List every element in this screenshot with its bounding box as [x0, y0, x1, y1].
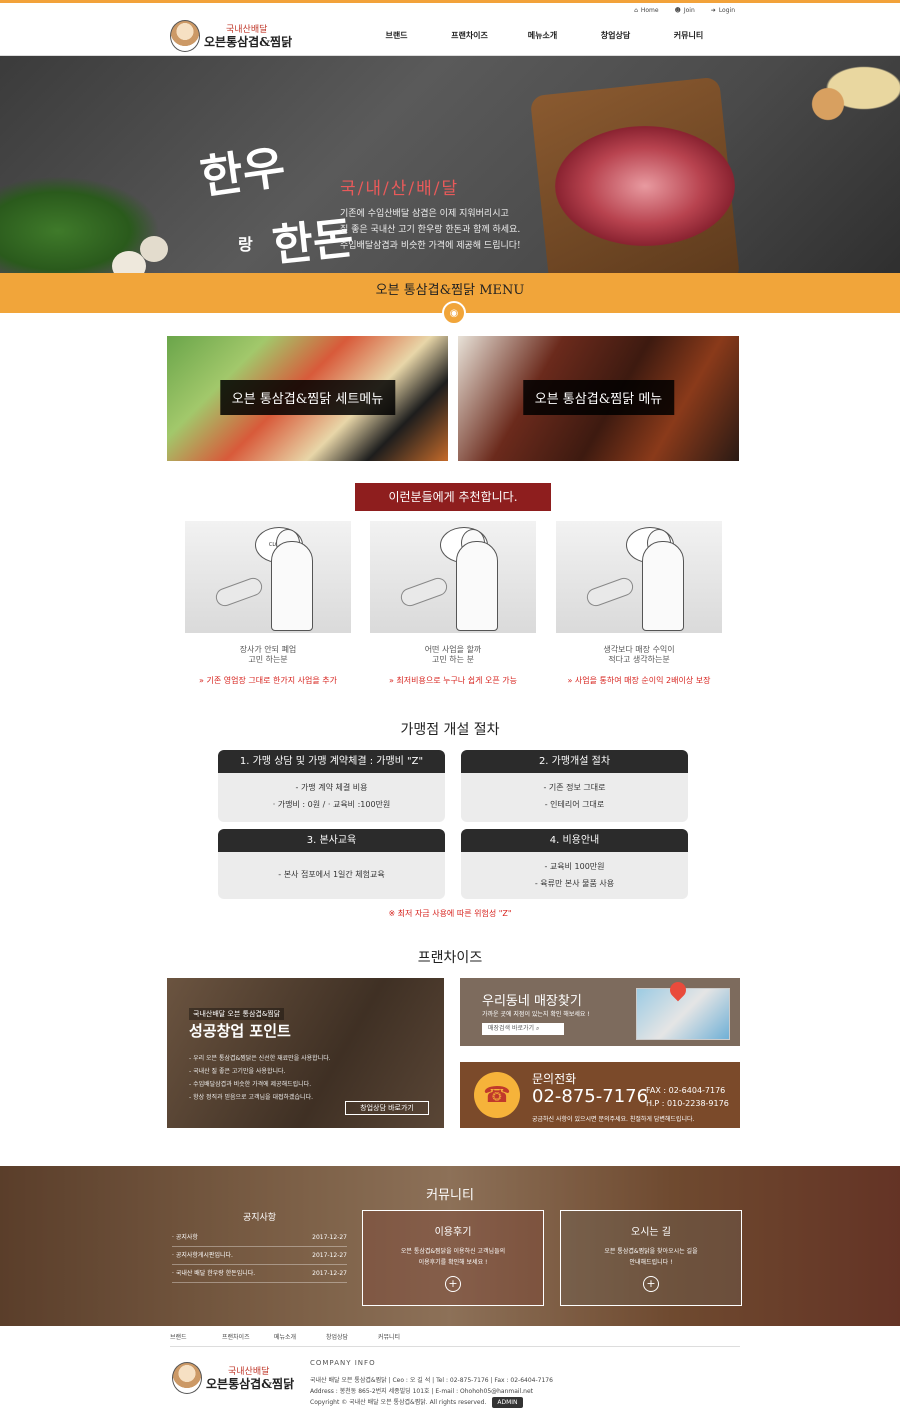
recommend-title: 이런분들에게 추천합니다.	[355, 483, 551, 511]
store-search-button[interactable]: 매장검색 바로가기 ⌕	[482, 1023, 564, 1035]
user-icon: ☻	[674, 7, 681, 14]
logo-line2: 오븐통삼겹&찜닭	[204, 35, 293, 49]
recommend-card-low-profit: 생각보다 매장 수익이 적다고 생각하는분 » 사업을 통하여 매장 순이익 2배…	[556, 521, 722, 686]
menu-section-band: 오븐 통삼겹&찜닭 MENU ◉	[0, 273, 900, 325]
directions-card[interactable]: 오시는 길 오븐 통삼겹&찜닭을 찾아오시는 길을 안내해드립니다 ! +	[560, 1210, 742, 1306]
footer-nav-menu[interactable]: 메뉴소개	[274, 1332, 326, 1341]
notice-row[interactable]: · 공지사항 2017-12-27	[172, 1229, 347, 1247]
menu-label: 오븐 통삼겹&찜닭 메뉴	[522, 380, 675, 415]
sliced-meat-image	[555, 126, 735, 246]
franchise-title: 프랜차이즈	[417, 950, 483, 966]
contact-panel: ☎ 문의전화 02-875-7176 FAX : 02-6404-7176 H.P…	[460, 1062, 740, 1128]
store-finder-panel[interactable]: 우리동네 매장찾기 가까운 곳에 지점이 있는지 확인 해보세요 ! 매장검색 …	[460, 978, 740, 1046]
company-info: COMPANY INFO 국내산 배달 오븐 통삼겹&찜닭 | Ceo : 오 …	[310, 1359, 553, 1408]
community-title: 커뮤니티	[426, 1188, 474, 1203]
hero-calligraphy-hanwoo: 한우	[197, 139, 289, 205]
review-card[interactable]: 이용후기 오븐 통삼겹&찜닭을 이용하신 고객님들의 이용후기를 확인해 보세요 …	[362, 1210, 544, 1306]
procedure-title: 가맹점 개설 절차	[400, 722, 500, 738]
notice-row[interactable]: · 공지사항게시판입니다. 2017-12-27	[172, 1247, 347, 1265]
set-menu-banner[interactable]: 오븐 통삼겹&찜닭 세트메뉴	[167, 336, 448, 461]
hand-with-chopsticks	[584, 575, 636, 609]
nav-franchise[interactable]: 프랜차이즈	[433, 30, 506, 41]
footer-nav-consult[interactable]: 창업상담	[326, 1332, 378, 1341]
join-link[interactable]: ☻ Join	[675, 7, 695, 14]
nav-community[interactable]: 커뮤니티	[652, 30, 725, 41]
step-1-card: 1. 가맹 상담 및 가맹 계약체결 : 가맹비 "Z" - 가맹 계약 체결 …	[218, 750, 445, 822]
illustration-worried-woman	[556, 521, 722, 633]
recommend-card-deciding: ? 어떤 사업을 할까고민 하는 분 » 최저비용으로 누구나 쉽게 오픈 가능	[370, 521, 536, 686]
telephone-icon: ☎	[474, 1072, 520, 1118]
illustration-closed-shop: CLOSED	[185, 521, 351, 633]
site-logo[interactable]: 국내산배달 오븐통삼겹&찜닭	[170, 20, 292, 52]
plus-icon[interactable]: +	[643, 1276, 659, 1292]
site-header: 국내산배달 오븐통삼겹&찜닭 브랜드 프랜차이즈 메뉴소개 창업상담 커뮤니티	[0, 18, 900, 56]
chef-mascot-icon	[170, 20, 200, 52]
onion-image	[780, 56, 900, 136]
consult-button[interactable]: 창업상담 바로가기	[345, 1101, 429, 1115]
nav-consult[interactable]: 창업상담	[579, 30, 652, 41]
chef-mascot-icon	[172, 1362, 202, 1394]
success-point-list: - 우리 오븐 통삼겹&찜닭은 신선한 재료만을 사용합니다. - 국내산 질 …	[189, 1055, 331, 1101]
home-icon: ⌂	[634, 7, 638, 14]
step-4-card: 4. 비용안내 - 교육비 100만원 - 육류만 본사 물품 사용	[461, 829, 688, 899]
footer-nav-franchise[interactable]: 프랜차이즈	[222, 1332, 274, 1341]
search-icon: ⌕	[536, 1025, 540, 1032]
main-nav: 브랜드 프랜차이즈 메뉴소개 창업상담 커뮤니티	[360, 30, 725, 41]
nav-menu[interactable]: 메뉴소개	[506, 30, 579, 41]
hero-subtitle: 국/내/산/배/달	[340, 179, 460, 199]
step-3-card: 3. 본사교육 - 본사 접포에서 1일간 체험교육	[218, 829, 445, 899]
recommend-card-closing: CLOSED 장사가 안되 폐업고민 하는분 » 기존 영업장 그대로 한가지 …	[185, 521, 351, 686]
phone-number[interactable]: 02-875-7176	[532, 1086, 648, 1107]
step-2-card: 2. 가맹개설 절차 - 기존 정보 그대로 - 인테리어 그대로	[461, 750, 688, 822]
plus-icon[interactable]: +	[445, 1276, 461, 1292]
footer-nav: 브랜드 프랜차이즈 메뉴소개 창업상담 커뮤니티	[170, 1332, 430, 1341]
procedure-note: ※ 최저 자금 사용에 따른 위험성 "Z"	[388, 909, 512, 918]
footer-logo: 국내산배달 오븐통삼겹&찜닭	[172, 1362, 294, 1394]
mushroom-image	[140, 236, 168, 262]
hand-with-chopsticks	[213, 575, 265, 609]
admin-button[interactable]: ADMIN	[492, 1397, 523, 1408]
hand-with-chopsticks	[398, 575, 450, 609]
footer-nav-brand[interactable]: 브랜드	[170, 1332, 222, 1341]
notice-board: 공지사항 · 공지사항 2017-12-27 · 공지사항게시판입니다. 2017-…	[172, 1210, 347, 1283]
hero-calligraphy-rang: 랑	[238, 235, 253, 254]
set-menu-label: 오븐 통삼겹&찜닭 세트메뉴	[219, 380, 396, 415]
menu-banner[interactable]: 오븐 통삼겹&찜닭 메뉴	[458, 336, 739, 461]
login-icon: ➜	[710, 7, 716, 14]
double-chevron-icon: »	[567, 676, 575, 685]
home-link[interactable]: ⌂ Home	[634, 7, 659, 14]
nav-brand[interactable]: 브랜드	[360, 30, 433, 41]
community-section: 커뮤니티 공지사항 · 공지사항 2017-12-27 · 공지사항게시판입니다.…	[0, 1166, 900, 1326]
hero-description: 기존에 수입산배달 삼겹은 이제 지워버리시고 질 좋은 국내산 고기 한우랑 …	[340, 209, 521, 251]
top-utility-bar: ⌂ Home ☻ Join ➜ Login	[0, 0, 900, 18]
hero-banner: 한우 랑 한돈 국/내/산/배/달 기존에 수입산배달 삼겹은 이제 지워버리시…	[0, 56, 900, 274]
login-link[interactable]: ➜ Login	[711, 7, 735, 14]
meat-badge-icon: ◉	[442, 301, 466, 325]
success-point-panel: 국내산배달 오븐 통삼겹&찜닭 성공창업 포인트 - 우리 오븐 통삼겹&찜닭은…	[167, 978, 444, 1128]
illustration-thinking-woman: ?	[370, 521, 536, 633]
notice-row[interactable]: · 국내산 배달 한우랑 한돈입니다. 2017-12-27	[172, 1265, 347, 1283]
footer-divider	[170, 1346, 740, 1347]
footer-nav-community[interactable]: 커뮤니티	[378, 1332, 430, 1341]
